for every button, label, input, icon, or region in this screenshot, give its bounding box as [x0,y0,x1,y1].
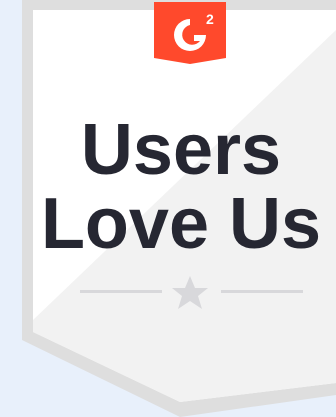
star-icon [172,276,208,309]
badge-title-line2: Love Us [40,184,322,264]
g2-badge: 2 Users Love Us [0,0,336,417]
g2-logo-icon: 2 [154,2,226,64]
svg-text:2: 2 [206,11,214,27]
divider-right [221,290,303,293]
badge-title-line1: Users [80,110,282,190]
divider-left [80,290,162,293]
